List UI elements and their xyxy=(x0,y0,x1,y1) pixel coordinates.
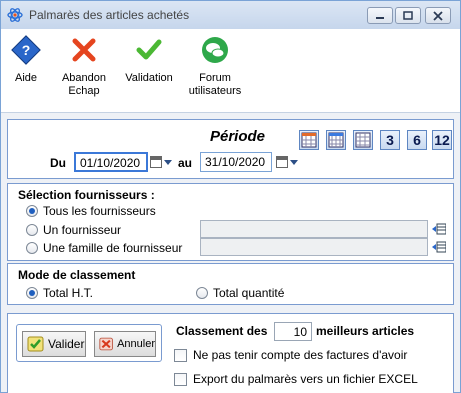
forum-label: Forum xyxy=(199,72,231,84)
date-to-input[interactable]: 31/10/2020 xyxy=(200,152,272,172)
radio-famille-fournisseur[interactable]: Une famille de fournisseur xyxy=(26,241,182,255)
date-to-dropdown-icon[interactable] xyxy=(290,160,298,165)
radio-dot xyxy=(26,242,38,254)
close-button[interactable] xyxy=(425,7,451,24)
abandon-button[interactable]: Abandon Echap xyxy=(59,35,109,98)
forum-button[interactable]: Forum utilisateurs xyxy=(187,35,243,98)
forum-sublabel: utilisateurs xyxy=(188,85,242,97)
svg-text:?: ? xyxy=(22,42,31,58)
classement-title: Mode de classement xyxy=(18,268,136,282)
classement-group: Mode de classement Total H.T. Total quan… xyxy=(7,263,454,305)
radio-dot xyxy=(26,224,38,236)
period-12-months-button[interactable]: 12 xyxy=(432,130,452,150)
period-3-months-button[interactable]: 3 xyxy=(380,130,400,150)
abandon-sublabel: Echap xyxy=(68,85,100,97)
radio-dot xyxy=(26,287,38,299)
famille-picker-icon[interactable] xyxy=(432,241,446,253)
minimize-button[interactable] xyxy=(367,7,393,24)
abandon-label: Abandon xyxy=(61,72,107,84)
classement-count-input[interactable]: 10 xyxy=(274,322,312,341)
aide-label: Aide xyxy=(14,72,38,84)
period-6-months-button[interactable]: 6 xyxy=(407,130,427,150)
palmares-window: Palmarès des articles achetés ? Aide Aba… xyxy=(0,0,461,393)
period-3-label: 3 xyxy=(386,132,394,148)
radio-famille-label: Une famille de fournisseur xyxy=(43,241,183,255)
valider-button[interactable]: Valider xyxy=(22,331,86,357)
checkbox-box xyxy=(174,372,187,386)
au-label: au xyxy=(178,156,193,170)
checkbox-export-excel[interactable]: Export du palmarès vers un fichier EXCEL xyxy=(174,372,418,386)
radio-un-fournisseur[interactable]: Un fournisseur xyxy=(26,223,121,237)
period-6-label: 6 xyxy=(413,132,421,148)
valider-check-icon xyxy=(27,336,44,352)
periode-title: Période xyxy=(210,128,266,145)
validation-label: Validation xyxy=(125,72,173,84)
classement-label: Classement des xyxy=(176,324,268,338)
radio-total-ht[interactable]: Total H.T. xyxy=(26,286,93,300)
famille-field[interactable] xyxy=(200,238,428,256)
classement-suffix: meilleurs articles xyxy=(316,324,415,338)
window-title: Palmarès des articles achetés xyxy=(29,8,190,22)
forum-chat-icon xyxy=(202,37,228,63)
app-atom-icon xyxy=(7,8,23,22)
date-from-input[interactable]: 01/10/2020 xyxy=(74,152,148,172)
help-icon: ? xyxy=(11,35,41,65)
calendar-month-icon xyxy=(355,132,371,148)
calendar-week-icon xyxy=(328,132,344,148)
period-month-button[interactable] xyxy=(353,130,373,150)
close-icon xyxy=(433,10,443,21)
date-from-calendar-icon[interactable] xyxy=(150,156,162,168)
radio-dot xyxy=(26,205,38,217)
toolbar: ? Aide Abandon Echap Validation Forum ut xyxy=(1,29,460,113)
checkbox-avoir-label: Ne pas tenir compte des factures d'avoir xyxy=(193,348,408,362)
annuler-cross-icon xyxy=(99,337,113,351)
du-label: Du xyxy=(50,156,66,170)
cross-icon xyxy=(72,38,96,62)
options-group: Valider Annuler Classement des 10 meille… xyxy=(7,313,454,393)
checkmark-icon xyxy=(136,39,162,60)
checkbox-factures-avoir[interactable]: Ne pas tenir compte des factures d'avoir xyxy=(174,348,407,362)
fournisseurs-group: Sélection fournisseurs : Tous les fourni… xyxy=(7,183,454,261)
maximize-icon xyxy=(403,11,413,20)
aide-button[interactable]: ? Aide xyxy=(11,35,41,85)
maximize-button[interactable] xyxy=(395,7,421,24)
radio-total-quantite-label: Total quantité xyxy=(213,286,285,300)
radio-total-ht-label: Total H.T. xyxy=(43,286,94,300)
checkbox-excel-label: Export du palmarès vers un fichier EXCEL xyxy=(193,372,418,386)
radio-tous-fournisseurs[interactable]: Tous les fournisseurs xyxy=(26,204,156,218)
period-day-button[interactable] xyxy=(299,130,319,150)
radio-tous-label: Tous les fournisseurs xyxy=(43,204,156,218)
period-week-button[interactable] xyxy=(326,130,346,150)
fournisseurs-title: Sélection fournisseurs : xyxy=(18,188,155,202)
annuler-label: Annuler xyxy=(117,338,155,350)
radio-un-label: Un fournisseur xyxy=(43,223,122,237)
periode-group: Période 3 6 12 Du 01/10/2020 au 31/10/20… xyxy=(7,119,454,179)
date-to-calendar-icon[interactable] xyxy=(276,156,288,168)
period-12-label: 12 xyxy=(434,132,450,148)
checkbox-box xyxy=(174,348,187,362)
validation-button[interactable]: Validation xyxy=(123,35,175,85)
annuler-button[interactable]: Annuler xyxy=(94,331,156,357)
valider-label: Valider xyxy=(48,337,85,351)
fournisseur-picker-icon[interactable] xyxy=(432,223,446,235)
fournisseur-field[interactable] xyxy=(200,220,428,238)
date-from-dropdown-icon[interactable] xyxy=(164,160,172,165)
radio-total-quantite[interactable]: Total quantité xyxy=(196,286,284,300)
calendar-grid-icon xyxy=(301,132,317,148)
minimize-icon xyxy=(376,16,384,19)
radio-dot xyxy=(196,287,208,299)
